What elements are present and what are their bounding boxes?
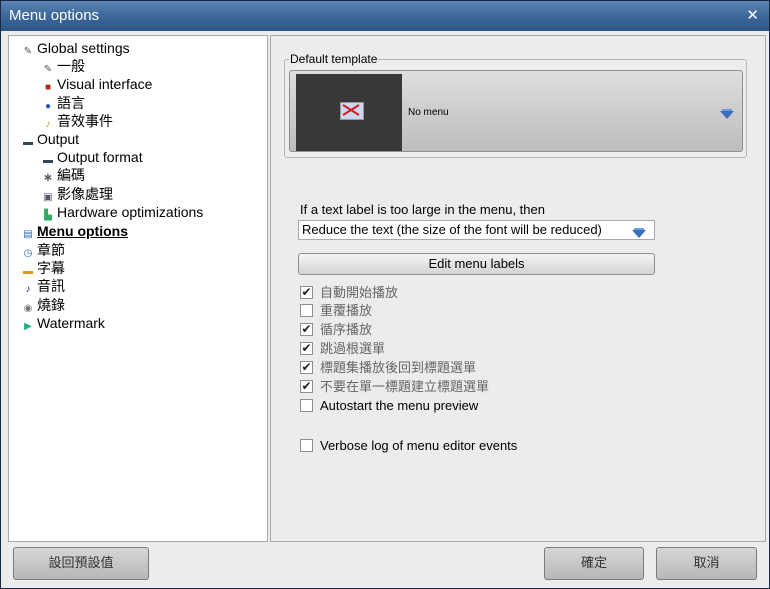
- menu-icon: ▤: [23, 229, 33, 240]
- chevron-down-icon[interactable]: [720, 106, 734, 119]
- reset-defaults-button[interactable]: 設回預設值: [13, 547, 149, 580]
- default-template-group: No menu: [284, 59, 747, 158]
- checkbox-checked[interactable]: ✔: [300, 286, 313, 299]
- template-thumbnail: [296, 74, 402, 151]
- wrench-icon: ✎: [23, 46, 33, 57]
- monitor-icon: ▬: [23, 137, 33, 148]
- tree-item-label: Watermark: [37, 315, 105, 331]
- tree-item-label: Menu options: [37, 223, 128, 239]
- title-bar[interactable]: Menu options ✕: [1, 1, 769, 31]
- menu-options-window: Menu options ✕ ✎ Global settings ✎ 一般 ■ Visua…: [0, 0, 770, 589]
- checkbox-unchecked[interactable]: [300, 304, 313, 317]
- tree-item-label: Global settings: [37, 40, 130, 56]
- tree-item-label: 一般: [57, 58, 85, 74]
- tree-item-0[interactable]: ✎ Global settings: [22, 39, 130, 57]
- tree-item-4[interactable]: ♪ 音效事件: [42, 112, 114, 130]
- checkbox-checked[interactable]: ✔: [300, 323, 313, 336]
- tree-item-9[interactable]: ▙ Hardware optimizations: [42, 203, 203, 221]
- checkbox-label: 重覆播放: [320, 303, 373, 318]
- tree-item-label: 語言: [57, 95, 85, 111]
- paint-icon: ■: [44, 82, 52, 93]
- checkbox-label: 標題集播放後回到標題選單: [320, 360, 477, 375]
- tree-item-label: 音訊: [37, 278, 65, 294]
- tree-item-8[interactable]: ▣ 影像處理: [42, 185, 113, 203]
- checkbox-label: Autostart the menu preview: [320, 398, 479, 413]
- tree-item-10[interactable]: ▤ Menu options: [22, 222, 128, 240]
- checkbox-unchecked[interactable]: [300, 439, 313, 452]
- tree-item-6[interactable]: ▬ Output format: [42, 148, 143, 166]
- tree-item-label: 章節: [37, 242, 65, 258]
- close-icon[interactable]: ✕: [746, 1, 759, 31]
- checkbox-label: Verbose log of menu editor events: [320, 438, 518, 453]
- tree-item-12[interactable]: ▬ 字幕: [22, 259, 65, 277]
- ok-button[interactable]: 確定: [544, 547, 644, 580]
- tree-item-2[interactable]: ■ Visual interface: [42, 75, 153, 93]
- chevron-down-icon[interactable]: [632, 225, 646, 238]
- label-overflow-value: Reduce the text (the size of the font wi…: [302, 222, 602, 237]
- tree-item-label: Output: [37, 131, 80, 147]
- hardware-icon: ▙: [44, 210, 52, 221]
- tree-item-11[interactable]: ◷ 章節: [22, 241, 65, 259]
- settings-tree[interactable]: ✎ Global settings ✎ 一般 ■ Visual interface ● 語言 ♪…: [8, 35, 268, 542]
- tree-item-label: 影像處理: [57, 186, 113, 202]
- gear-icon: ✱: [43, 173, 53, 184]
- default-template-label: Default template: [289, 52, 379, 66]
- tree-item-13[interactable]: ♪ 音訊: [22, 277, 66, 295]
- label-overflow-select[interactable]: Reduce the text (the size of the font wi…: [298, 220, 655, 240]
- tree-item-7[interactable]: ✱ 編碼: [42, 166, 85, 184]
- tree-item-label: 音效事件: [57, 113, 113, 129]
- tree-item-label: Output format: [57, 149, 143, 165]
- template-name: No menu: [408, 107, 449, 118]
- checkbox-checked[interactable]: ✔: [300, 361, 313, 374]
- checkbox-checked[interactable]: ✔: [300, 380, 313, 393]
- tree-item-14[interactable]: ◉ 燒錄: [22, 296, 65, 314]
- checkbox-unchecked[interactable]: [300, 399, 313, 412]
- checkbox-label: 自動開始播放: [320, 285, 399, 300]
- no-menu-icon: [340, 102, 364, 120]
- checkbox-label: 循序播放: [320, 322, 373, 337]
- tree-item-5[interactable]: ▬ Output: [22, 130, 79, 148]
- menu-options-panel: No menu Default template If a text label…: [270, 35, 766, 542]
- checkbox-label: 不要在單一標題建立標題選單: [320, 379, 490, 394]
- tree-item-label: 字幕: [37, 260, 65, 276]
- tree-item-1[interactable]: ✎ 一般: [42, 57, 85, 75]
- edit-menu-labels-button[interactable]: Edit menu labels: [298, 253, 655, 275]
- checkbox-checked[interactable]: ✔: [300, 342, 313, 355]
- tree-item-label: 燒錄: [37, 297, 65, 313]
- checkbox-label: 跳過根選單: [320, 341, 386, 356]
- tree-item-label: Hardware optimizations: [57, 204, 204, 220]
- window-title: Menu options: [9, 7, 100, 24]
- tree-item-label: Visual interface: [57, 76, 153, 92]
- template-selector[interactable]: No menu: [289, 70, 743, 152]
- music-note-icon: ♪: [25, 284, 31, 295]
- watermark-icon: ▶: [24, 321, 32, 332]
- label-overflow-question: If a text label is too large in the menu…: [300, 202, 545, 217]
- tree-item-label: 編碼: [57, 167, 85, 183]
- tree-item-3[interactable]: ● 語言: [42, 94, 85, 112]
- tree-item-15[interactable]: ▶ Watermark: [22, 314, 105, 332]
- cancel-button[interactable]: 取消: [656, 547, 757, 580]
